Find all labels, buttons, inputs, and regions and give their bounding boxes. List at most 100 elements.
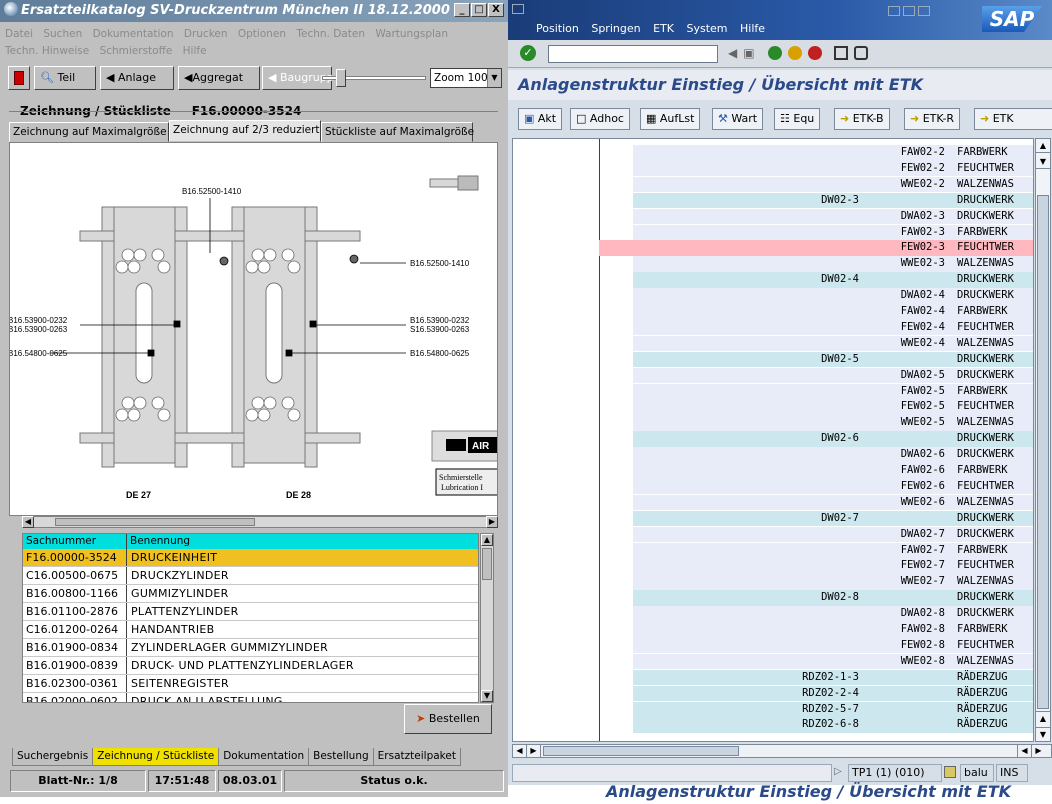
- structure-row[interactable]: FEW02-7 FEUCHTWER: [633, 558, 1033, 574]
- etk-r-button[interactable]: ➜ ETK-R: [904, 108, 961, 130]
- etk-button[interactable]: ➜ ETK: [974, 108, 1052, 130]
- server-icon[interactable]: [944, 766, 956, 778]
- structure-row[interactable]: FAW02-6 FARBWERK: [633, 463, 1033, 479]
- wart-button[interactable]: ⚒ Wart: [712, 108, 764, 130]
- menu-techn-hinweise[interactable]: Techn. Hinweise: [5, 45, 89, 57]
- technical-drawing[interactable]: B16.52500-1410 B16.52500-1410 B16.53900-…: [9, 142, 498, 516]
- print-icon[interactable]: [834, 46, 848, 60]
- etk-b-button[interactable]: ➜ ETK-B: [834, 108, 890, 130]
- menu-optionen[interactable]: Optionen: [238, 28, 286, 40]
- structure-hscrollbar[interactable]: ◀ ▶ ◀ ▶: [512, 744, 1052, 758]
- close-button[interactable]: X: [488, 3, 504, 17]
- scroll-right-icon[interactable]: ▶: [527, 745, 541, 757]
- status-toggle-icon[interactable]: ▷: [834, 766, 842, 777]
- structure-row[interactable]: WWE02-7 WALZENWAS: [633, 574, 1033, 590]
- structure-row[interactable]: RDZ02-6-8 RÄDERZUG: [633, 717, 1033, 733]
- tab-max-drawing[interactable]: Zeichnung auf Maximalgröße: [9, 122, 169, 142]
- menu-datei[interactable]: Datei: [5, 28, 33, 40]
- structure-row[interactable]: FEW02-4 FEUCHTWER: [633, 319, 1033, 336]
- table-row[interactable]: C16.00500-0675 DRUCKZYLINDER: [23, 567, 478, 585]
- structure-row[interactable]: FAW02-3 FARBWERK: [633, 224, 1033, 240]
- structure-row[interactable]: FEW02-8 FEUCHTWER: [633, 637, 1033, 654]
- adhoc-button[interactable]: □ Adhoc: [570, 108, 630, 130]
- structure-row[interactable]: FAW02-5 FARBWERK: [633, 383, 1033, 399]
- tab-reduced-drawing[interactable]: Zeichnung auf 2/3 reduziert: [169, 120, 321, 142]
- zoom-select[interactable]: Zoom 100 % ▼: [430, 68, 502, 88]
- enter-icon[interactable]: ✓: [520, 45, 536, 61]
- structure-row[interactable]: FAW02-8 FARBWERK: [633, 622, 1033, 638]
- structure-row[interactable]: DW02-5 DRUCKWERK: [633, 351, 1033, 368]
- menu-system[interactable]: System: [686, 22, 727, 35]
- structure-row[interactable]: DW02-8 DRUCKWERK: [633, 590, 1033, 606]
- menu-suchen[interactable]: Suchen: [43, 28, 82, 40]
- structure-row[interactable]: FEW02-3 FEUCHTWER: [599, 240, 1033, 256]
- col-benennung[interactable]: Benennung: [127, 534, 478, 549]
- tab-zeichnung-stueckliste[interactable]: Zeichnung / Stückliste: [92, 748, 220, 766]
- table-row[interactable]: C16.01200-0264 HANDANTRIEB: [23, 621, 478, 639]
- menu-drucken[interactable]: Drucken: [184, 28, 228, 40]
- structure-row[interactable]: WWE02-4 WALZENWAS: [633, 335, 1033, 352]
- structure-row[interactable]: DW02-6 DRUCKWERK: [633, 431, 1033, 447]
- menu-dokumentation[interactable]: Dokumentation: [93, 28, 174, 40]
- auflst-button[interactable]: ▦ AufLst: [640, 108, 701, 130]
- structure-row[interactable]: DW02-4 DRUCKWERK: [633, 272, 1033, 288]
- scroll-up-icon[interactable]: ▲: [1036, 711, 1050, 725]
- teil-button[interactable]: 🔍︎ Teil: [34, 66, 96, 90]
- structure-row[interactable]: FEW02-6 FEUCHTWER: [633, 478, 1033, 495]
- scroll-left-icon[interactable]: ◀: [513, 745, 527, 757]
- hscroll-thumb[interactable]: [543, 746, 739, 756]
- scroll-down-icon[interactable]: ▼: [481, 690, 493, 702]
- tab-ersatzteilpaket[interactable]: Ersatzteilpaket: [372, 748, 461, 766]
- menu-etk[interactable]: ETK: [653, 22, 674, 35]
- table-row[interactable]: B16.02000-0602 DRUCK AN U.ABSTELLUNG: [23, 693, 478, 702]
- table-row[interactable]: B16.01100-2876 PLATTENZYLINDER: [23, 603, 478, 621]
- scroll-right-icon[interactable]: ▶: [1031, 745, 1045, 757]
- structure-row[interactable]: DWA02-7 DRUCKWERK: [633, 526, 1033, 543]
- scroll-right-icon[interactable]: ▶: [486, 516, 498, 528]
- maximize-button[interactable]: □: [471, 3, 487, 17]
- structure-row[interactable]: WWE02-5 WALZENWAS: [633, 415, 1033, 431]
- exit-button[interactable]: [8, 66, 30, 90]
- structure-row[interactable]: WWE02-2 WALZENWAS: [633, 176, 1033, 193]
- scroll-left-icon[interactable]: ◀: [1017, 745, 1031, 757]
- tab-dokumentation[interactable]: Dokumentation: [218, 748, 310, 766]
- command-field[interactable]: [548, 45, 718, 63]
- zoom-slider-handle[interactable]: [336, 69, 346, 87]
- table-row[interactable]: F16.00000-3524 DRUCKEINHEIT: [23, 549, 478, 567]
- vscroll-thumb[interactable]: [1037, 195, 1049, 709]
- structure-row[interactable]: WWE02-6 WALZENWAS: [633, 494, 1033, 511]
- structure-row[interactable]: DW02-3 DRUCKWERK: [633, 192, 1033, 209]
- menu-hilfe-sap[interactable]: Hilfe: [740, 22, 765, 35]
- structure-row[interactable]: FAW02-2 FARBWERK: [633, 145, 1033, 161]
- sap-close-button[interactable]: [918, 6, 930, 16]
- menu-position[interactable]: Position: [536, 22, 579, 35]
- sap-maximize-button[interactable]: [903, 6, 915, 16]
- back-icon[interactable]: [768, 46, 782, 60]
- table-row[interactable]: B16.02300-0361 SEITENREGISTER: [23, 675, 478, 693]
- exit-icon-sap[interactable]: [788, 46, 802, 60]
- menu-springen[interactable]: Springen: [591, 22, 640, 35]
- save-nav-icons[interactable]: ◀▣: [728, 46, 761, 60]
- structure-row[interactable]: RDZ02-2-4 RÄDERZUG: [633, 685, 1033, 702]
- menu-techn-daten[interactable]: Techn. Daten: [296, 28, 365, 40]
- structure-row[interactable]: DW02-7 DRUCKWERK: [633, 510, 1033, 527]
- structure-row[interactable]: DWA02-4 DRUCKWERK: [633, 288, 1033, 304]
- menu-wartungsplan[interactable]: Wartungsplan: [375, 28, 448, 40]
- structure-row[interactable]: DWA02-6 DRUCKWERK: [633, 447, 1033, 463]
- tab-suchergebnis[interactable]: Suchergebnis: [12, 748, 94, 766]
- structure-row[interactable]: DWA02-8 DRUCKWERK: [633, 606, 1033, 622]
- structure-row[interactable]: FEW02-5 FEUCHTWER: [633, 399, 1033, 415]
- table-row[interactable]: B16.00800-1166 GUMMIZYLINDER: [23, 585, 478, 603]
- chevron-down-icon[interactable]: ▼: [487, 69, 501, 87]
- menu-schmierstoffe[interactable]: Schmierstoffe: [100, 45, 173, 57]
- structure-row[interactable]: FEW02-2 FEUCHTWER: [633, 160, 1033, 177]
- equ-button[interactable]: ☷ Equ: [774, 108, 821, 130]
- table-row[interactable]: B16.01900-0834 ZYLINDERLAGER GUMMIZYLINDE…: [23, 639, 478, 657]
- structure-row[interactable]: DWA02-3 DRUCKWERK: [633, 208, 1033, 225]
- table-row[interactable]: B16.01900-0839 DRUCK- UND PLATTENZYLINDER…: [23, 657, 478, 675]
- structure-row[interactable]: DWA02-5 DRUCKWERK: [633, 367, 1033, 384]
- hscroll-thumb[interactable]: [55, 518, 255, 526]
- minimize-button[interactable]: _: [454, 3, 470, 17]
- aggregat-button[interactable]: ◀Aggregat: [178, 66, 260, 90]
- cancel-icon[interactable]: [808, 46, 822, 60]
